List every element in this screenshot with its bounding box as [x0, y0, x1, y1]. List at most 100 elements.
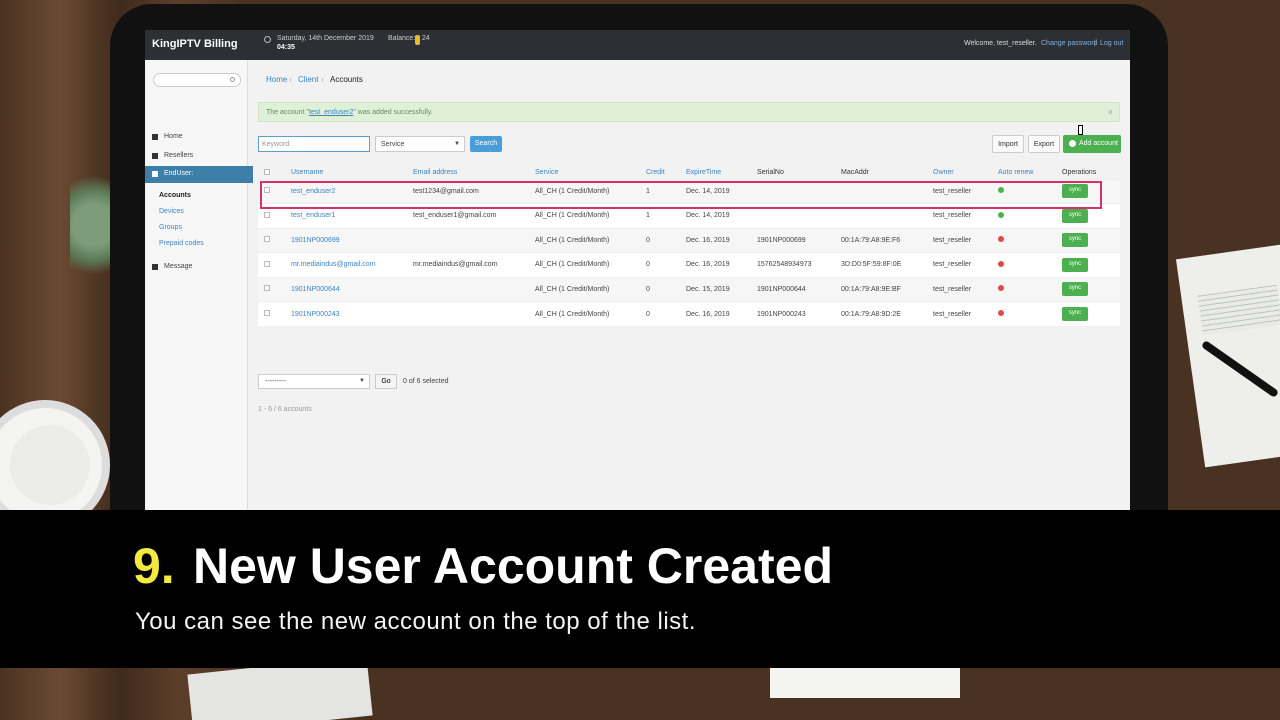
success-alert: The account "test_enduser2" was added su…: [258, 102, 1120, 122]
sidebar-item-home[interactable]: Home: [145, 129, 248, 146]
breadcrumb-client[interactable]: Client: [298, 75, 318, 84]
search-icon: [230, 77, 235, 82]
email-cell: test_enduser1@gmail.com: [413, 203, 535, 228]
owner-text: test_reseller: [933, 236, 972, 244]
username-link[interactable]: test_enduser2: [291, 188, 335, 195]
breadcrumb-current: Accounts: [330, 75, 363, 84]
username-cell: mr.mediaindus@gmail.com: [291, 252, 413, 277]
header-service[interactable]: Service: [535, 167, 646, 179]
header-owner[interactable]: Owner: [933, 167, 998, 179]
header-username[interactable]: Username: [291, 167, 413, 179]
owner-text: test_reseller: [933, 285, 972, 293]
username-link[interactable]: test_enduser1: [291, 212, 335, 219]
mac-cell: 3D:D0:5F:59:8F:0E: [841, 252, 933, 277]
sidebar-sub-prepaid-codes[interactable]: Prepaid codes: [159, 240, 204, 247]
sync-button[interactable]: sync: [1062, 282, 1088, 297]
row-checkbox[interactable]: [264, 285, 270, 292]
sync-button[interactable]: sync: [1062, 233, 1088, 248]
sidebar-sub-groups[interactable]: Groups: [159, 224, 182, 231]
username-link[interactable]: 1901NP000644: [291, 286, 340, 293]
row-checkbox[interactable]: [264, 187, 270, 194]
mac-cell: [841, 203, 933, 228]
owner-cell: test_reseller: [933, 276, 998, 302]
auto-renew-cell: [998, 301, 1062, 326]
service-cell: All_CH (1 Credit/Month): [535, 276, 646, 302]
row-checkbox[interactable]: [264, 236, 270, 243]
add-account-button[interactable]: Add account: [1063, 135, 1121, 153]
import-button[interactable]: Import: [992, 135, 1024, 153]
service-text: All_CH (1 Credit/Month): [535, 310, 610, 318]
owner-text: test_reseller: [933, 310, 972, 318]
sync-button[interactable]: sync: [1062, 208, 1088, 223]
operations-cell: sync: [1062, 227, 1120, 253]
serial-cell: [757, 178, 841, 204]
mac-text: 00:1A:79:A8:9E:BF: [841, 285, 901, 293]
owner-cell: test_reseller: [933, 227, 998, 253]
credit-text: 0: [646, 236, 650, 244]
expire-cell: Dec. 15, 2019: [686, 276, 757, 302]
table-row: 1901NP000243 All_CH (1 Credit/Month) 0 Dec.…: [258, 301, 1120, 326]
username-cell: test_enduser1: [291, 203, 413, 228]
operations-cell: sync: [1062, 252, 1120, 277]
step-title: New User Account Created: [193, 538, 833, 594]
header-auto-renew[interactable]: Auto renew: [998, 167, 1062, 179]
logout-link[interactable]: Log out: [1100, 40, 1123, 47]
select-all-checkbox[interactable]: [264, 168, 270, 175]
chevron-down-icon: ▼: [359, 378, 365, 384]
caption-band: 9. New User Account Created You can see …: [0, 510, 1280, 668]
breadcrumb-home[interactable]: Home: [266, 75, 287, 84]
mac-text: 3D:D0:5F:59:8F:0E: [841, 261, 902, 269]
sidebar-item-message[interactable]: Message: [145, 259, 248, 276]
row-checkbox[interactable]: [264, 260, 270, 267]
cross-icon: [998, 310, 1004, 316]
service-text: All_CH (1 Credit/Month): [535, 212, 610, 220]
bulk-action-select[interactable]: --------- ▼: [258, 374, 370, 389]
username-link[interactable]: mr.mediaindus@gmail.com: [291, 261, 376, 268]
mac-cell: [841, 178, 933, 204]
sync-button[interactable]: sync: [1062, 307, 1088, 321]
coin-icon: [415, 35, 420, 45]
sidebar-search-input[interactable]: [153, 73, 241, 87]
keyword-input[interactable]: Keyword: [258, 136, 370, 152]
top-bar: KingIPTV Billing Saturday, 14th December…: [145, 30, 1130, 60]
service-select[interactable]: Service ▼: [375, 136, 465, 152]
search-button[interactable]: Search: [470, 136, 502, 152]
alert-account-link[interactable]: test_enduser2: [309, 109, 353, 116]
export-button[interactable]: Export: [1028, 135, 1060, 153]
auto-renew-cell: [998, 203, 1062, 228]
sidebar-item-resellers[interactable]: Resellers: [145, 148, 248, 165]
header-email[interactable]: Email address: [413, 167, 535, 179]
sidebar-item-label: Resellers: [164, 152, 194, 159]
serial-text: 1901NP000644: [757, 285, 806, 293]
row-checkbox[interactable]: [264, 211, 270, 218]
cross-icon: [998, 285, 1004, 292]
auto-renew-cell: [998, 178, 1062, 204]
expire-cell: Dec. 14, 2019: [686, 203, 757, 228]
owner-cell: test_reseller: [933, 301, 998, 326]
username-link[interactable]: 1901NP000699: [291, 237, 340, 244]
expire-text: Dec. 16, 2019: [686, 310, 730, 318]
go-button[interactable]: Go: [375, 374, 397, 389]
change-password-link[interactable]: Change password: [1041, 40, 1097, 47]
operations-cell: sync: [1062, 301, 1120, 326]
sidebar-sub-devices[interactable]: Devices: [159, 208, 184, 215]
sync-button[interactable]: sync: [1062, 184, 1088, 199]
sidebar-sub-accounts[interactable]: Accounts: [159, 192, 191, 199]
step-subtitle: You can see the new account on the top o…: [135, 608, 696, 635]
row-checkbox[interactable]: [264, 310, 270, 316]
close-icon[interactable]: ×: [1108, 107, 1113, 117]
expire-cell: Dec. 16, 2019: [686, 301, 757, 326]
breadcrumb-separator: ›: [289, 75, 292, 84]
credit-cell: 0: [646, 227, 686, 253]
app-brand[interactable]: KingIPTV Billing: [152, 38, 238, 50]
sync-button[interactable]: sync: [1062, 257, 1088, 272]
username-link[interactable]: 1901NP000243: [291, 311, 340, 318]
header-expiretime[interactable]: ExpireTime: [686, 167, 757, 179]
service-text: All_CH (1 Credit/Month): [535, 261, 610, 269]
credit-text: 1: [646, 212, 650, 220]
owner-cell: test_reseller: [933, 252, 998, 277]
selection-count: 0 of 6 selected: [403, 378, 449, 385]
sidebar-item-enduser[interactable]: EndUser:: [145, 166, 253, 183]
header-credit[interactable]: Credit: [646, 167, 686, 179]
alert-message: The account "test_enduser2" was added su…: [266, 109, 433, 116]
